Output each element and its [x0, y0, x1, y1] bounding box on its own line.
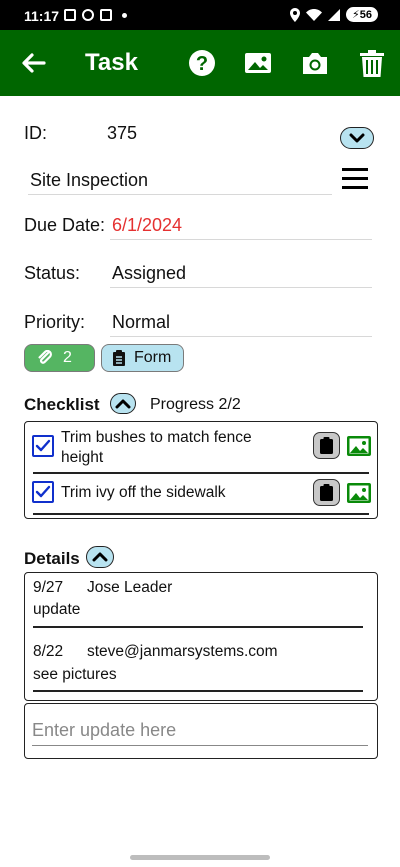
help-button[interactable]: ?: [187, 48, 217, 78]
checklist-item-checkbox[interactable]: [32, 481, 54, 503]
detail-author: steve@janmarsystems.com: [87, 643, 278, 660]
chevron-up-icon: [115, 399, 131, 409]
more-notifications-icon: [122, 12, 127, 18]
attachments-chip[interactable]: 2: [24, 344, 95, 372]
clipboard-icon: [320, 484, 333, 501]
status-underline: [110, 287, 372, 288]
detail-divider: [33, 690, 363, 692]
wifi-icon: [306, 8, 323, 21]
collapse-details-button[interactable]: [86, 546, 114, 568]
details-title: Details: [24, 549, 80, 568]
attachments-count: 2: [63, 349, 72, 366]
location-icon: [290, 7, 301, 22]
detail-date: 9/27: [33, 579, 64, 596]
clipboard-icon: [113, 350, 125, 366]
task-name-underline: [28, 194, 332, 195]
task-name[interactable]: Site Inspection: [30, 170, 148, 191]
battery-indicator: ⚡56: [346, 7, 378, 22]
hamburger-icon-bar: [342, 186, 368, 189]
status-time: 11:17: [24, 8, 60, 24]
checkmark-icon: [35, 439, 51, 452]
hamburger-icon-bar: [342, 168, 368, 171]
gesture-nav-bar[interactable]: [130, 855, 270, 860]
page-title: Task: [85, 49, 138, 76]
checklist-item-label: Trim ivy off the sidewalk: [61, 484, 226, 501]
image-icon: [245, 53, 271, 73]
paperclip-icon: [38, 350, 52, 364]
checklist-item: Trim ivy off the sidewalk: [25, 474, 377, 518]
detail-author: Jose Leader: [87, 579, 173, 596]
camera-icon: [303, 53, 327, 74]
item-attachment-button[interactable]: [313, 479, 340, 506]
trash-icon: [360, 50, 384, 77]
checklist-card: Trim bushes to match fence height Trim i…: [24, 421, 378, 519]
status-value[interactable]: Assigned: [112, 263, 186, 284]
form-chip[interactable]: Form: [101, 344, 184, 372]
status-bar: 11:17 ⚡56: [0, 0, 400, 30]
arrow-left-icon: [22, 53, 46, 73]
signal-icon: [328, 8, 341, 21]
checklist-title: Checklist: [24, 395, 100, 414]
item-image-button[interactable]: [346, 482, 372, 504]
chevron-up-icon: [92, 552, 108, 562]
priority-value[interactable]: Normal: [112, 312, 170, 333]
help-icon: ?: [189, 50, 215, 76]
detail-divider: [33, 626, 363, 628]
detail-text: update: [33, 601, 81, 618]
checklist-progress: Progress 2/2: [150, 396, 241, 413]
due-date-underline: [110, 239, 372, 240]
checkmark-icon: [35, 485, 51, 498]
delete-button[interactable]: [357, 48, 387, 78]
back-button[interactable]: [18, 48, 48, 78]
id-label: ID:: [24, 123, 48, 143]
system-icons: ⚡56: [290, 7, 378, 22]
collapse-checklist-button[interactable]: [110, 393, 136, 414]
form-chip-label: Form: [134, 349, 172, 366]
item-image-button[interactable]: [346, 435, 372, 457]
battery-level: 56: [359, 9, 372, 21]
clipboard-icon: [320, 437, 333, 454]
image-icon: [347, 436, 371, 456]
checklist-divider: [33, 513, 369, 515]
svg-text:?: ?: [196, 53, 208, 75]
expand-task-button[interactable]: [340, 127, 374, 149]
hamburger-icon-bar: [342, 177, 368, 180]
chevron-down-icon: [349, 133, 365, 143]
image-icon: [347, 483, 371, 503]
due-date-value[interactable]: 6/1/2024: [112, 215, 182, 236]
gallery-button[interactable]: [243, 48, 273, 78]
vpn-icon: [82, 9, 94, 21]
checklist-item-label: Trim bushes to match fence height: [61, 429, 252, 466]
status-label: Status:: [24, 263, 81, 283]
priority-label: Priority:: [24, 312, 86, 332]
item-attachment-button[interactable]: [313, 432, 340, 459]
clipboard-status-icon: [100, 9, 112, 21]
due-date-label: Due Date:: [24, 215, 106, 235]
id-value: 375: [107, 123, 138, 143]
menu-button[interactable]: [342, 168, 368, 192]
checklist-item: Trim bushes to match fence height: [25, 422, 377, 474]
detail-text: see pictures: [33, 666, 117, 683]
app-bar: Task ?: [0, 30, 400, 96]
details-card: 9/27 Jose Leader update 8/22 steve@janma…: [24, 572, 378, 701]
update-input[interactable]: [32, 716, 368, 746]
priority-underline: [110, 336, 372, 337]
notification-icons: [64, 9, 127, 21]
checklist-item-checkbox[interactable]: [32, 435, 54, 457]
detail-date: 8/22: [33, 643, 64, 660]
screenshot-icon: [64, 9, 76, 21]
camera-button[interactable]: [300, 48, 330, 78]
